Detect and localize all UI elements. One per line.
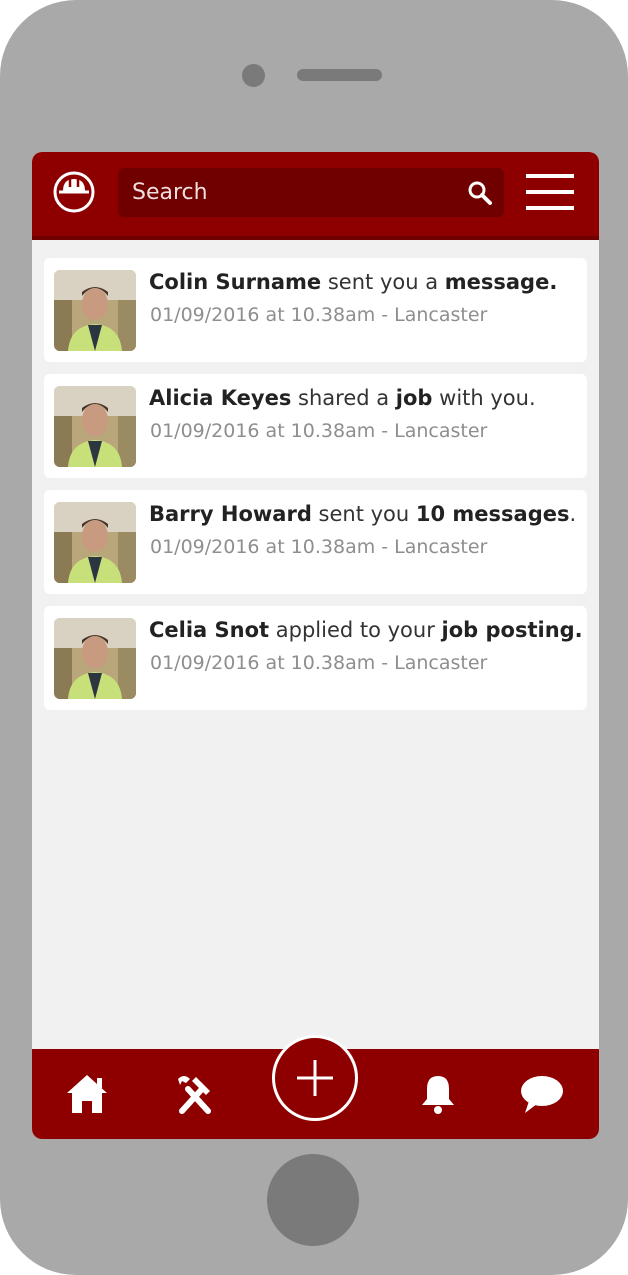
notification-emphasis: job posting. (441, 618, 583, 642)
sender-name: Celia Snot (149, 618, 270, 642)
notification-item[interactable]: Alicia Keyes shared a job with you. 01/0… (44, 374, 587, 478)
notification-tail: with you. (432, 386, 536, 410)
notification-action: shared a (291, 386, 396, 410)
bell-icon[interactable] (415, 1071, 461, 1117)
notification-emphasis: message. (444, 270, 558, 294)
notification-item[interactable]: Colin Surname sent you a message. 01/09/… (44, 258, 587, 362)
app-screen: Search Colin Surname sent you a message.… (32, 152, 599, 1139)
top-app-bar: Search (32, 152, 599, 240)
notification-meta: 01/09/2016 at 10.38am - Lancaster (150, 536, 488, 558)
search-icon[interactable] (466, 179, 494, 207)
avatar (54, 270, 136, 351)
notification-action: applied to your (269, 618, 442, 642)
avatar (54, 386, 136, 467)
search-box[interactable]: Search (118, 168, 504, 217)
notification-tail: . (569, 502, 577, 526)
hard-hat-icon[interactable] (52, 170, 96, 214)
notification-text: Alicia Keyes shared a job with you. (149, 386, 536, 410)
chat-icon[interactable] (519, 1071, 565, 1117)
notification-text: Barry Howard sent you 10 messages. (149, 502, 576, 526)
earpiece-speaker (297, 69, 382, 81)
front-camera (242, 64, 265, 87)
notification-action: sent you a (321, 270, 445, 294)
add-icon (297, 1060, 333, 1096)
sender-name: Alicia Keyes (149, 386, 292, 410)
add-button[interactable] (272, 1035, 358, 1121)
notification-meta: 01/09/2016 at 10.38am - Lancaster (150, 304, 488, 326)
hamburger-menu-icon[interactable] (526, 172, 574, 212)
phone-home-button[interactable] (267, 1154, 359, 1246)
notification-text: Colin Surname sent you a message. (149, 270, 557, 294)
tools-icon[interactable] (172, 1071, 218, 1117)
notification-item[interactable]: Celia Snot applied to your job posting. … (44, 606, 587, 710)
phone-frame: Search Colin Surname sent you a message.… (0, 0, 628, 1275)
notification-item[interactable]: Barry Howard sent you 10 messages. 01/09… (44, 490, 587, 594)
notification-meta: 01/09/2016 at 10.38am - Lancaster (150, 652, 488, 674)
sender-name: Colin Surname (149, 270, 322, 294)
sender-name: Barry Howard (149, 502, 312, 526)
home-icon[interactable] (64, 1071, 110, 1117)
notification-list: Colin Surname sent you a message. 01/09/… (44, 258, 587, 722)
notification-text: Celia Snot applied to your job posting. (149, 618, 583, 642)
avatar (54, 502, 136, 583)
notification-emphasis: 10 messages (415, 502, 570, 526)
notification-emphasis: job (395, 386, 433, 410)
search-input[interactable]: Search (132, 168, 208, 217)
bottom-nav-bar (32, 1035, 599, 1139)
avatar (54, 618, 136, 699)
notification-action: sent you (311, 502, 416, 526)
notification-meta: 01/09/2016 at 10.38am - Lancaster (150, 420, 488, 442)
